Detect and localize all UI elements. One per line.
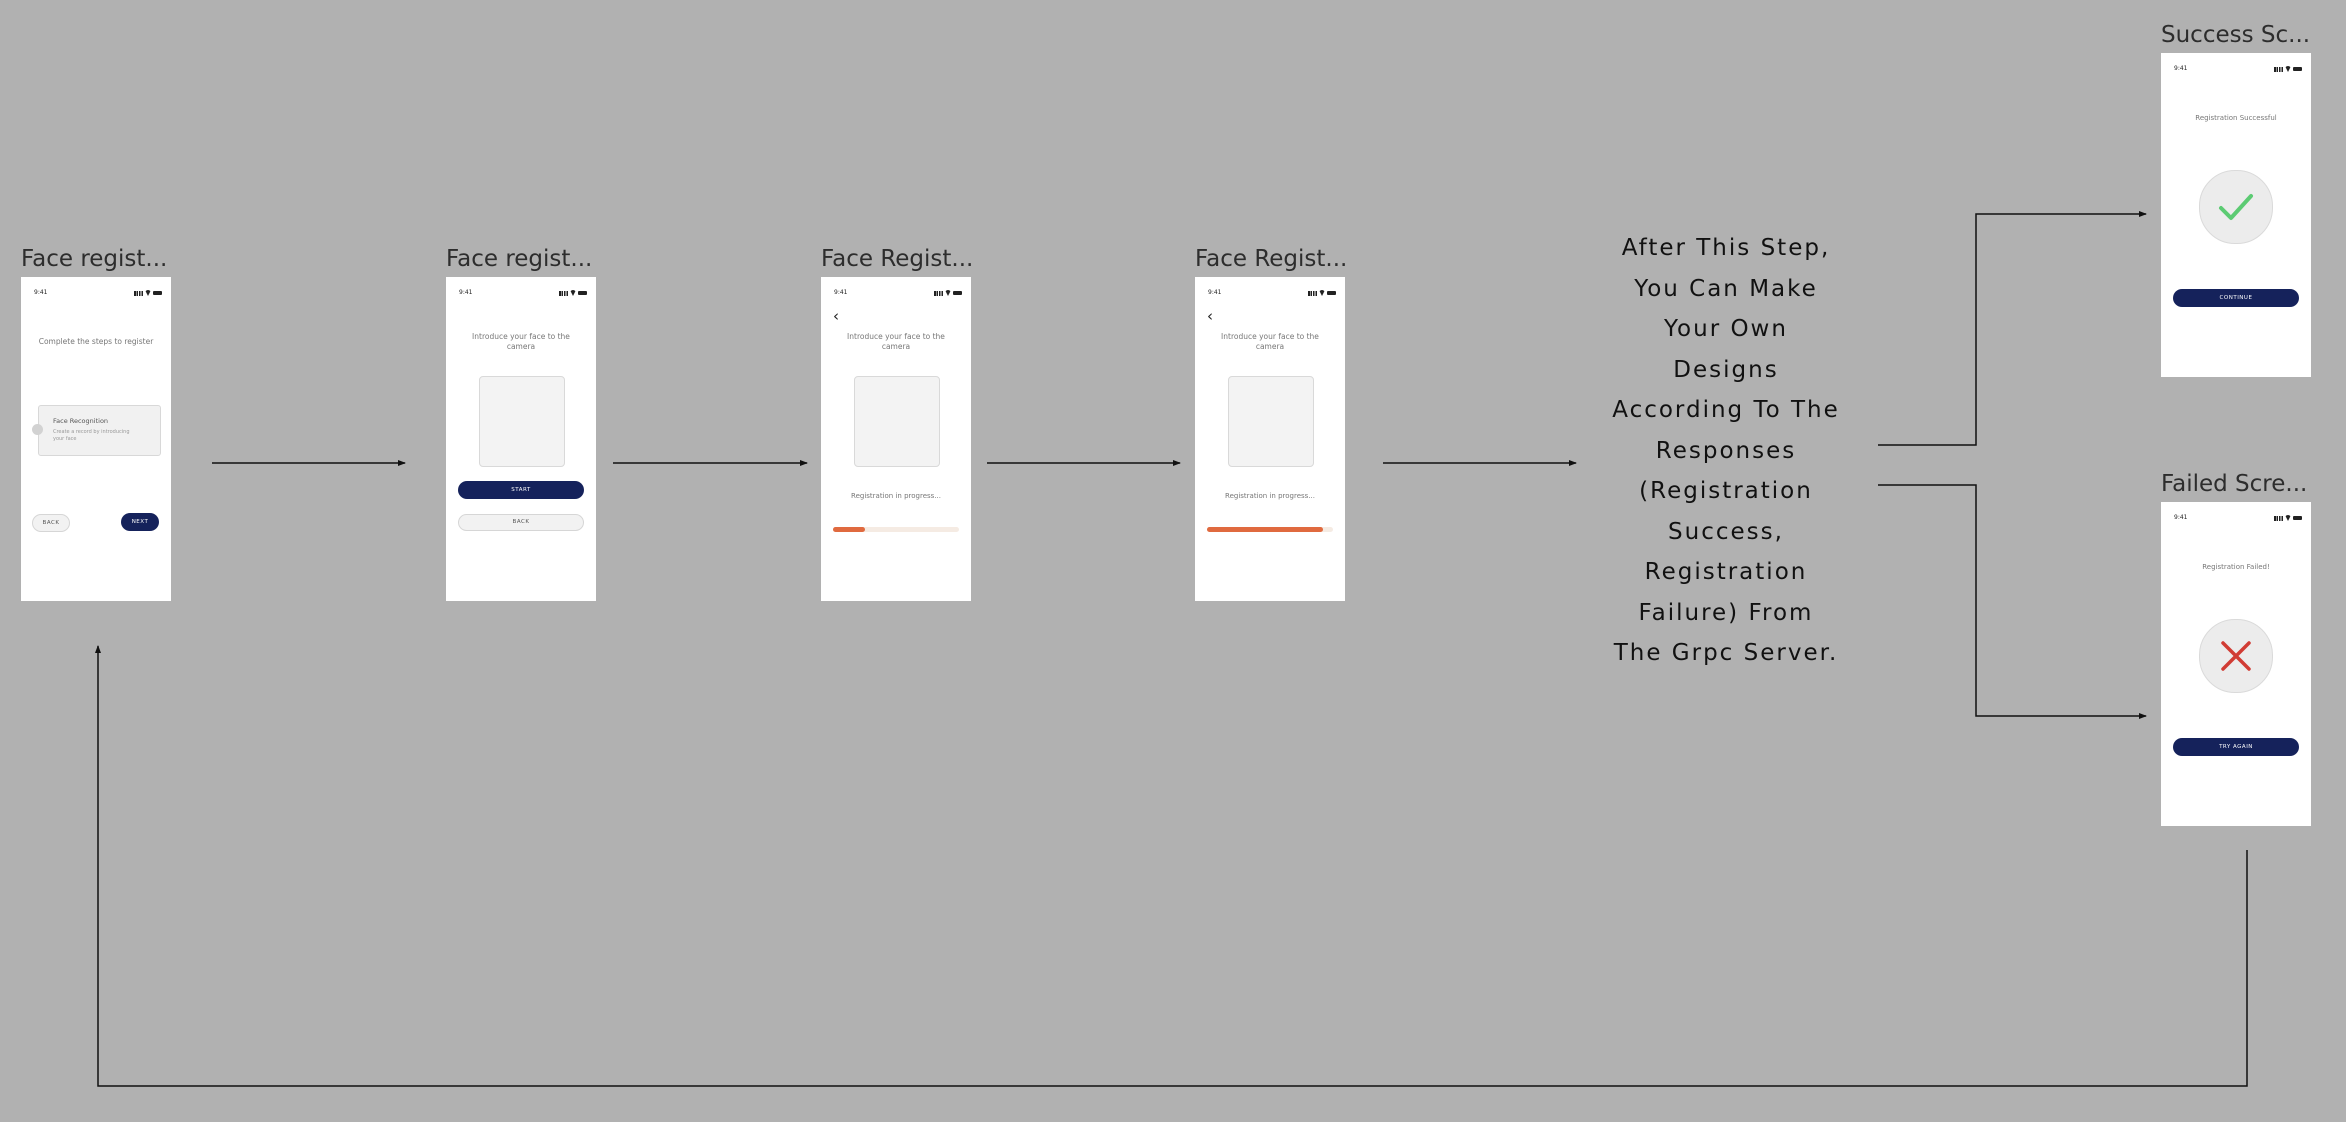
battery-icon [2293, 67, 2302, 71]
flow-connectors [95, 211, 2248, 1087]
status-time: 9:41 [1208, 289, 1222, 296]
frame-label-1: Face regist... [21, 246, 168, 272]
card-title: Face Recognition [53, 417, 109, 425]
wifi-icon [570, 290, 576, 296]
signal-icon [134, 291, 143, 296]
signal-icon [559, 291, 568, 296]
arrow-to-failed [1878, 484, 2147, 719]
frame-label-2: Face regist... [446, 246, 593, 272]
frame-progress-late[interactable]: 9:41 ‹ Introduce your face to the camera… [1195, 277, 1345, 601]
status-bar: 9:41 [821, 289, 971, 297]
back-chevron-icon[interactable]: ‹ [1207, 307, 1213, 325]
wifi-icon [2285, 66, 2291, 72]
arrow-to-success [1878, 211, 2147, 446]
status-time: 9:41 [34, 289, 48, 296]
success-frame-label: Success Sc... [2161, 22, 2311, 48]
camera-preview [479, 376, 565, 467]
status-bar: 9:41 [2161, 65, 2311, 73]
battery-icon [153, 291, 162, 295]
next-button[interactable]: NEXT [121, 513, 159, 531]
page-title: Introduce your face to the camera [847, 332, 945, 351]
signal-icon [934, 291, 943, 296]
result-title: Registration Failed! [2202, 563, 2270, 571]
radio-icon[interactable] [32, 424, 43, 435]
frame-steps-screen[interactable]: 9:41 Complete the steps to register Face… [21, 277, 171, 601]
camera-preview [854, 376, 940, 467]
page-title: Complete the steps to register [38, 337, 154, 346]
progress-text: Registration in progress... [1225, 492, 1315, 500]
progress-fill [833, 527, 865, 532]
signal-icon [2274, 516, 2283, 521]
wifi-icon [2285, 515, 2291, 521]
status-time: 9:41 [834, 289, 848, 296]
try-again-button[interactable]: TRY AGAIN [2173, 738, 2299, 756]
check-icon [2199, 170, 2273, 244]
flow-description: After This Step, You Can Make Your Own D… [1612, 235, 1840, 666]
back-chevron-icon[interactable]: ‹ [833, 307, 839, 325]
progress-bar [833, 527, 959, 532]
wifi-icon [945, 290, 951, 296]
battery-icon [578, 291, 587, 295]
frame-success-screen[interactable]: 9:41 Registration Successful CONTINUE [2161, 53, 2311, 377]
status-bar: 9:41 [2161, 514, 2311, 522]
back-button[interactable]: BACK [458, 514, 584, 531]
arrow-failed-back-to-start [95, 645, 2248, 1087]
failed-frame-label: Failed Scre... [2161, 471, 2308, 497]
frame-label-3: Face Regist... [821, 246, 974, 272]
progress-bar [1207, 527, 1333, 532]
status-time: 9:41 [2174, 514, 2188, 521]
battery-icon [2293, 516, 2302, 520]
progress-fill [1207, 527, 1323, 532]
status-bar: 9:41 [1195, 289, 1345, 297]
signal-icon [1308, 291, 1317, 296]
page-title: Introduce your face to the camera [1221, 332, 1319, 351]
battery-icon [1327, 291, 1336, 295]
wifi-icon [1319, 290, 1325, 296]
frame-label-4: Face Regist... [1195, 246, 1348, 272]
battery-icon [953, 291, 962, 295]
back-button[interactable]: BACK [32, 514, 70, 532]
result-title: Registration Successful [2195, 114, 2277, 122]
status-bar: 9:41 [446, 289, 596, 297]
frame-failed-screen[interactable]: 9:41 Registration Failed! TRY AGAIN [2161, 502, 2311, 826]
frame-progress-early[interactable]: 9:41 ‹ Introduce your face to the camera… [821, 277, 971, 601]
frame-camera-start[interactable]: 9:41 Introduce your face to the camera S… [446, 277, 596, 601]
progress-text: Registration in progress... [851, 492, 941, 500]
status-time: 9:41 [2174, 65, 2188, 72]
face-recognition-card[interactable]: Face Recognition Create a record by intr… [38, 405, 161, 456]
start-button[interactable]: START [458, 481, 584, 499]
wifi-icon [145, 290, 151, 296]
card-subtitle: Create a record by introducing your face [53, 429, 130, 442]
signal-icon [2274, 67, 2283, 72]
page-title: Introduce your face to the camera [472, 332, 570, 351]
status-bar: 9:41 [21, 289, 171, 297]
camera-preview [1228, 376, 1314, 467]
continue-button[interactable]: CONTINUE [2173, 289, 2299, 307]
status-time: 9:41 [459, 289, 473, 296]
cross-icon [2199, 619, 2273, 693]
